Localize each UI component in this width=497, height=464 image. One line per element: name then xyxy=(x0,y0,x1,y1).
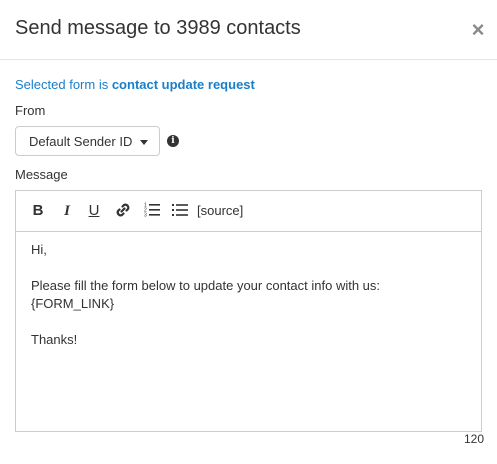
unordered-list-icon[interactable] xyxy=(171,201,189,221)
send-message-modal: Send message to 3989 contacts × Selected… xyxy=(0,0,497,464)
selected-form-info: Selected form is contact update request xyxy=(15,77,255,92)
message-line: Hi, xyxy=(31,242,47,257)
message-label: Message xyxy=(15,167,68,182)
modal-header: Send message to 3989 contacts × xyxy=(0,0,497,60)
sender-id-selected: Default Sender ID xyxy=(29,134,133,149)
svg-text:3: 3 xyxy=(144,213,147,219)
close-button[interactable]: × xyxy=(468,18,488,42)
bold-button[interactable]: B xyxy=(30,201,46,221)
message-line: {FORM_LINK} xyxy=(31,296,115,311)
character-count: 120 xyxy=(463,432,484,446)
selected-form-name: contact update request xyxy=(111,77,255,92)
sender-id-dropdown[interactable]: Default Sender ID xyxy=(15,126,160,156)
caret-down-icon xyxy=(140,140,148,145)
italic-button[interactable]: I xyxy=(59,201,75,221)
message-line: Thanks! xyxy=(31,332,78,347)
link-icon[interactable] xyxy=(114,201,132,221)
from-label: From xyxy=(15,103,46,118)
ordered-list-icon[interactable]: 1 2 3 xyxy=(143,201,161,221)
info-circle-icon[interactable]: i xyxy=(167,135,179,147)
message-line: Please fill the form below to update you… xyxy=(31,278,381,293)
selected-form-prefix: Selected form is xyxy=(15,77,112,92)
message-editor: B I U 1 2 3 [source] Hi, Please fill the… xyxy=(15,190,482,432)
underline-button[interactable]: U xyxy=(86,201,102,221)
message-body[interactable]: Hi, Please fill the form below to update… xyxy=(31,241,471,349)
editor-toolbar: B I U 1 2 3 [source] xyxy=(16,191,481,232)
source-button[interactable]: [source] xyxy=(197,201,243,221)
modal-title: Send message to 3989 contacts xyxy=(15,17,301,39)
